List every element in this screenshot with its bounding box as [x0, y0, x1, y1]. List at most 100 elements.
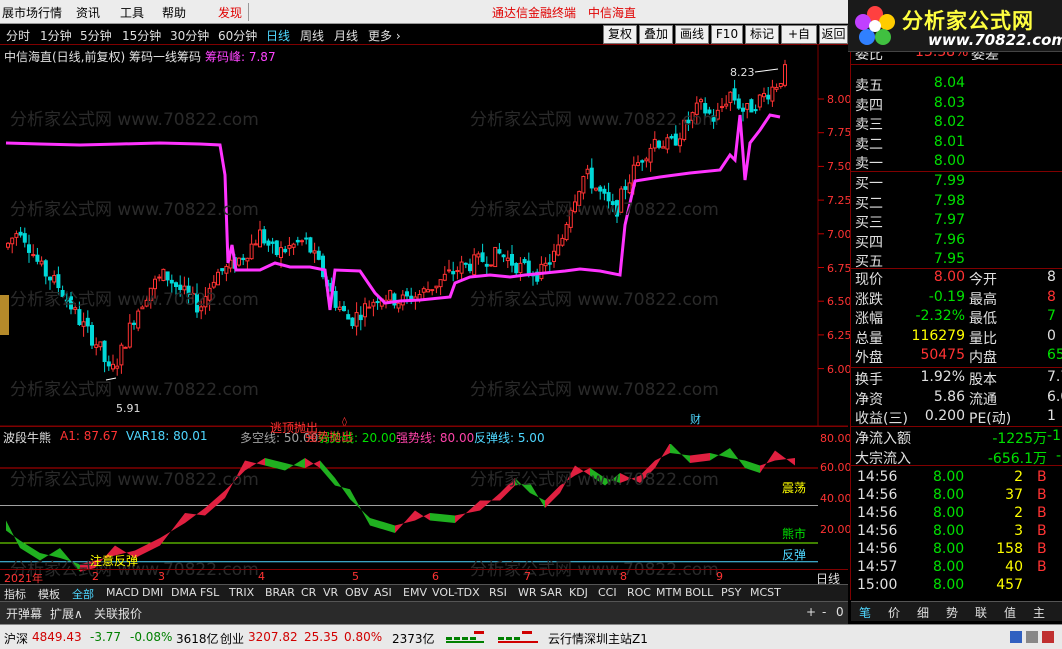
indicator-tab[interactable]: DMI — [142, 586, 163, 599]
indicator-tab[interactable]: KDJ — [569, 586, 588, 599]
indicator-tab[interactable]: RSI — [489, 586, 507, 599]
overlay-button[interactable]: 叠加 — [639, 25, 673, 44]
indicator-tab[interactable]: OBV — [345, 586, 368, 599]
f10-button[interactable]: F10 — [711, 25, 743, 44]
zoom-out-button[interactable]: - — [822, 605, 826, 619]
menu-news[interactable]: 资讯 — [76, 4, 100, 21]
tick-row[interactable]: 14:56 8.00 2 B — [851, 504, 1062, 523]
stat-value: 1.92% — [920, 369, 965, 385]
indicator-tab[interactable]: WR — [518, 586, 537, 599]
menu-discover[interactable]: 发现 — [218, 4, 242, 21]
indicator-tab[interactable]: ROC — [627, 586, 651, 599]
flow-row[interactable]: 大宗流入 -656.1万 - — [851, 447, 1062, 467]
orderbook-buy-row[interactable]: 买二 7.98 — [851, 192, 1062, 212]
tick-row[interactable]: 14:56 8.00 2 B — [851, 468, 1062, 487]
orderbook-sell-row[interactable]: 卖一 8.00 — [851, 152, 1062, 172]
server-label[interactable]: 云行情深圳主站Z1 — [548, 630, 648, 647]
indicator-tab[interactable]: MCST — [750, 586, 781, 599]
indicator-tab[interactable]: FSL — [200, 586, 219, 599]
tick-row[interactable]: 14:56 8.00 3 B — [851, 522, 1062, 541]
stat-row[interactable]: 换手 1.92%股本 7.7 — [851, 368, 1062, 388]
orderbook-buy-row[interactable]: 买四 7.96 — [851, 231, 1062, 251]
finance-marker[interactable]: 财 — [690, 411, 701, 427]
indicator-tab[interactable]: EMV — [403, 586, 427, 599]
chart-area: ◊ 中信海直(日线,前复权) 筹码一线筹码 筹码峰: 7.87 分析家公式网 w… — [0, 45, 852, 600]
related-quote-tab[interactable]: 关联报价 — [94, 605, 142, 622]
tab-weekly[interactable]: 周线 — [300, 27, 324, 44]
indicator-tab[interactable]: SAR — [540, 586, 562, 599]
month-label: 6 — [432, 570, 439, 583]
left-collapse-handle[interactable] — [0, 295, 9, 335]
oscillator-band — [760, 450, 775, 473]
stat-row[interactable]: 外盘 50475 内盘 65 — [851, 346, 1062, 366]
detail-tab[interactable]: 势 — [946, 604, 958, 621]
stat-row[interactable]: 收益(三) 0.200 PE(动) 1 — [851, 407, 1062, 427]
flow-row[interactable]: 净流入额 -1225万 -1 — [851, 427, 1062, 447]
indicator-tab[interactable]: CR — [301, 586, 316, 599]
indicator-tab[interactable]: ASI — [374, 586, 392, 599]
tab-fenshi[interactable]: 分时 — [6, 27, 30, 44]
reset-button[interactable]: 0 — [836, 605, 844, 619]
indicator-tab[interactable]: 全部 — [72, 586, 94, 601]
indicator-tab[interactable]: 模板 — [38, 586, 60, 601]
add-watch-button[interactable]: +自选 — [781, 25, 817, 58]
indicator-tab[interactable]: MACD — [106, 586, 139, 599]
tab-1min[interactable]: 1分钟 — [40, 27, 72, 44]
orderbook-sell-row[interactable]: 卖三 8.02 — [851, 113, 1062, 133]
draw-button[interactable]: 画线 — [675, 25, 709, 44]
detail-tab[interactable]: 价 — [888, 604, 900, 621]
tab-5min[interactable]: 5分钟 — [80, 27, 112, 44]
indicator-tab[interactable]: DMA — [171, 586, 197, 599]
zoom-in-button[interactable]: + — [806, 605, 816, 619]
candle-body — [770, 86, 775, 102]
detail-tab[interactable]: 细 — [917, 604, 929, 621]
menu-tools[interactable]: 工具 — [120, 4, 144, 21]
danmu-toggle[interactable]: 开弹幕 — [6, 605, 42, 622]
tab-15min[interactable]: 15分钟 — [122, 27, 161, 44]
tab-more[interactable]: 更多 › — [368, 27, 401, 44]
indicator-tab[interactable]: TRIX — [229, 586, 254, 599]
orderbook-buy-row[interactable]: 买三 7.97 — [851, 211, 1062, 231]
tick-row[interactable]: 15:00 8.00 457 — [851, 576, 1062, 595]
cy-label[interactable]: 创业 — [220, 630, 244, 647]
menu-market[interactable]: 展市场行情 — [2, 4, 62, 21]
tab-monthly[interactable]: 月线 — [334, 27, 358, 44]
stat-row[interactable]: 总量 116279 量比 0 — [851, 327, 1062, 347]
tab-30min[interactable]: 30分钟 — [170, 27, 209, 44]
stat-row[interactable]: 现价 8.00 今开 8 — [851, 268, 1062, 288]
detail-tab[interactable]: 值 — [1004, 604, 1016, 621]
orderbook-buy-row[interactable]: 买五 7.95 — [851, 250, 1062, 270]
expand-toggle[interactable]: 扩展∧ — [50, 605, 83, 622]
orderbook-buy-row[interactable]: 买一 7.99 — [851, 172, 1062, 192]
sh-label[interactable]: 沪深 — [4, 630, 28, 647]
indicator-tab[interactable]: MTM — [656, 586, 682, 599]
kline-canvas[interactable]: ◊ — [0, 45, 848, 600]
indicator-tab[interactable]: PSY — [721, 586, 741, 599]
detail-tab[interactable]: 笔 — [859, 604, 871, 621]
tick-row[interactable]: 14:57 8.00 40 B — [851, 558, 1062, 577]
tab-60min[interactable]: 60分钟 — [218, 27, 257, 44]
tab-daily[interactable]: 日线 — [266, 27, 290, 44]
fuquan-button[interactable]: 复权 — [603, 25, 637, 44]
indicator-tab[interactable]: VR — [323, 586, 338, 599]
candle-body — [619, 188, 624, 213]
stat-row[interactable]: 涨跌 -0.19 最高 8 — [851, 288, 1062, 308]
detail-tab[interactable]: 主 — [1033, 604, 1045, 621]
stat-row[interactable]: 涨幅 -2.32% 最低 7 — [851, 307, 1062, 327]
detail-tab[interactable]: 联 — [975, 604, 987, 621]
indicator-name[interactable]: 波段牛熊 — [3, 429, 51, 446]
indicator-tab[interactable]: BOLL — [685, 586, 713, 599]
orderbook-sell-row[interactable]: 卖二 8.01 — [851, 133, 1062, 153]
indicator-tab[interactable]: VOL-TDX — [432, 586, 480, 599]
indicator-tab[interactable]: BRAR — [265, 586, 295, 599]
tick-row[interactable]: 14:56 8.00 158 B — [851, 540, 1062, 559]
menu-help[interactable]: 帮助 — [162, 4, 186, 21]
indicator-tab[interactable]: 指标 — [4, 586, 26, 601]
orderbook-sell-row[interactable]: 卖五 8.04 — [851, 74, 1062, 94]
back-button[interactable]: 返回 — [819, 25, 848, 44]
orderbook-sell-row[interactable]: 卖四 8.03 — [851, 94, 1062, 114]
tick-row[interactable]: 14:56 8.00 37 B — [851, 486, 1062, 505]
mark-button[interactable]: 标记 — [745, 25, 779, 44]
indicator-tab[interactable]: CCI — [598, 586, 617, 599]
stat-row[interactable]: 净资 5.86流通 6.0 — [851, 388, 1062, 408]
